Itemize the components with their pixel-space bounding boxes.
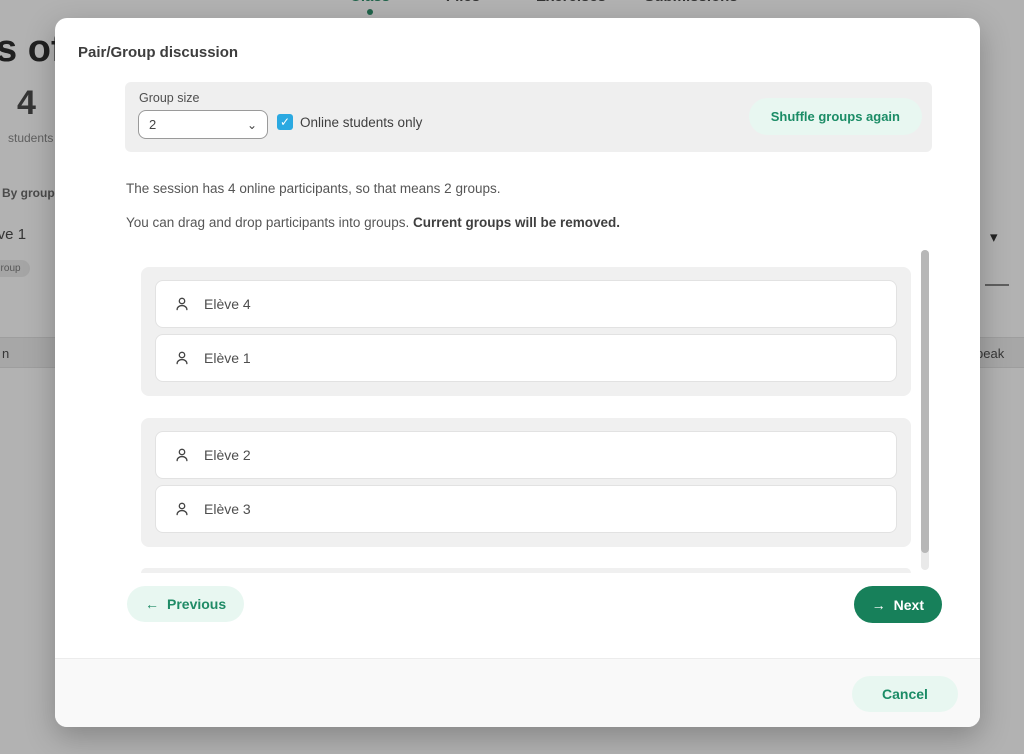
participant-card[interactable]: Elève 1	[155, 334, 897, 382]
group-size-select[interactable]: 2 ⌄	[138, 110, 268, 139]
pair-group-discussion-modal: Pair/Group discussion Group size 2 ⌄ ✓ O…	[55, 18, 980, 727]
next-button[interactable]: → Next	[854, 586, 942, 623]
drag-drop-info-normal: You can drag and drop participants into …	[126, 215, 413, 230]
participant-name: Elève 1	[204, 350, 251, 366]
participant-name: Elève 3	[204, 501, 251, 517]
participant-card[interactable]: Elève 2	[155, 431, 897, 479]
online-students-checkbox[interactable]: ✓	[277, 114, 293, 130]
participant-name: Elève 2	[204, 447, 251, 463]
participant-card[interactable]: Elève 3	[155, 485, 897, 533]
modal-footer: Cancel	[55, 658, 980, 727]
group-size-label: Group size	[139, 91, 199, 105]
shuffle-groups-button[interactable]: Shuffle groups again	[749, 98, 922, 135]
arrow-left-icon: ←	[145, 596, 159, 612]
next-button-label: Next	[894, 597, 924, 613]
drag-drop-info-text: You can drag and drop participants into …	[126, 215, 620, 230]
group-1-dropzone[interactable]: Elève 4 Elève 1	[141, 267, 911, 396]
participant-name: Elève 4	[204, 296, 251, 312]
person-icon	[173, 349, 191, 367]
cancel-button[interactable]: Cancel	[852, 676, 958, 712]
modal-title: Pair/Group discussion	[78, 44, 238, 61]
participant-card[interactable]: Elève 4	[155, 280, 897, 328]
previous-button[interactable]: ← Previous	[127, 586, 244, 622]
session-info-text: The session has 4 online participants, s…	[126, 181, 500, 196]
online-students-label: Online students only	[300, 115, 422, 130]
person-icon	[173, 500, 191, 518]
previous-button-label: Previous	[167, 596, 226, 612]
group-2-dropzone[interactable]: Elève 2 Elève 3	[141, 418, 911, 547]
scrollbar-thumb[interactable]	[921, 250, 929, 553]
person-icon	[173, 446, 191, 464]
group-size-value: 2	[149, 117, 156, 132]
online-students-row: ✓ Online students only	[277, 114, 422, 130]
scrollbar-track[interactable]	[921, 250, 929, 570]
drag-drop-info-bold: Current groups will be removed.	[413, 215, 620, 230]
group-3-dropzone-partial	[141, 568, 911, 573]
select-chevron-icon: ⌄	[247, 118, 257, 132]
person-icon	[173, 295, 191, 313]
group-controls-panel: Group size 2 ⌄ ✓ Online students only Sh…	[125, 82, 932, 152]
arrow-right-icon: →	[872, 597, 886, 613]
